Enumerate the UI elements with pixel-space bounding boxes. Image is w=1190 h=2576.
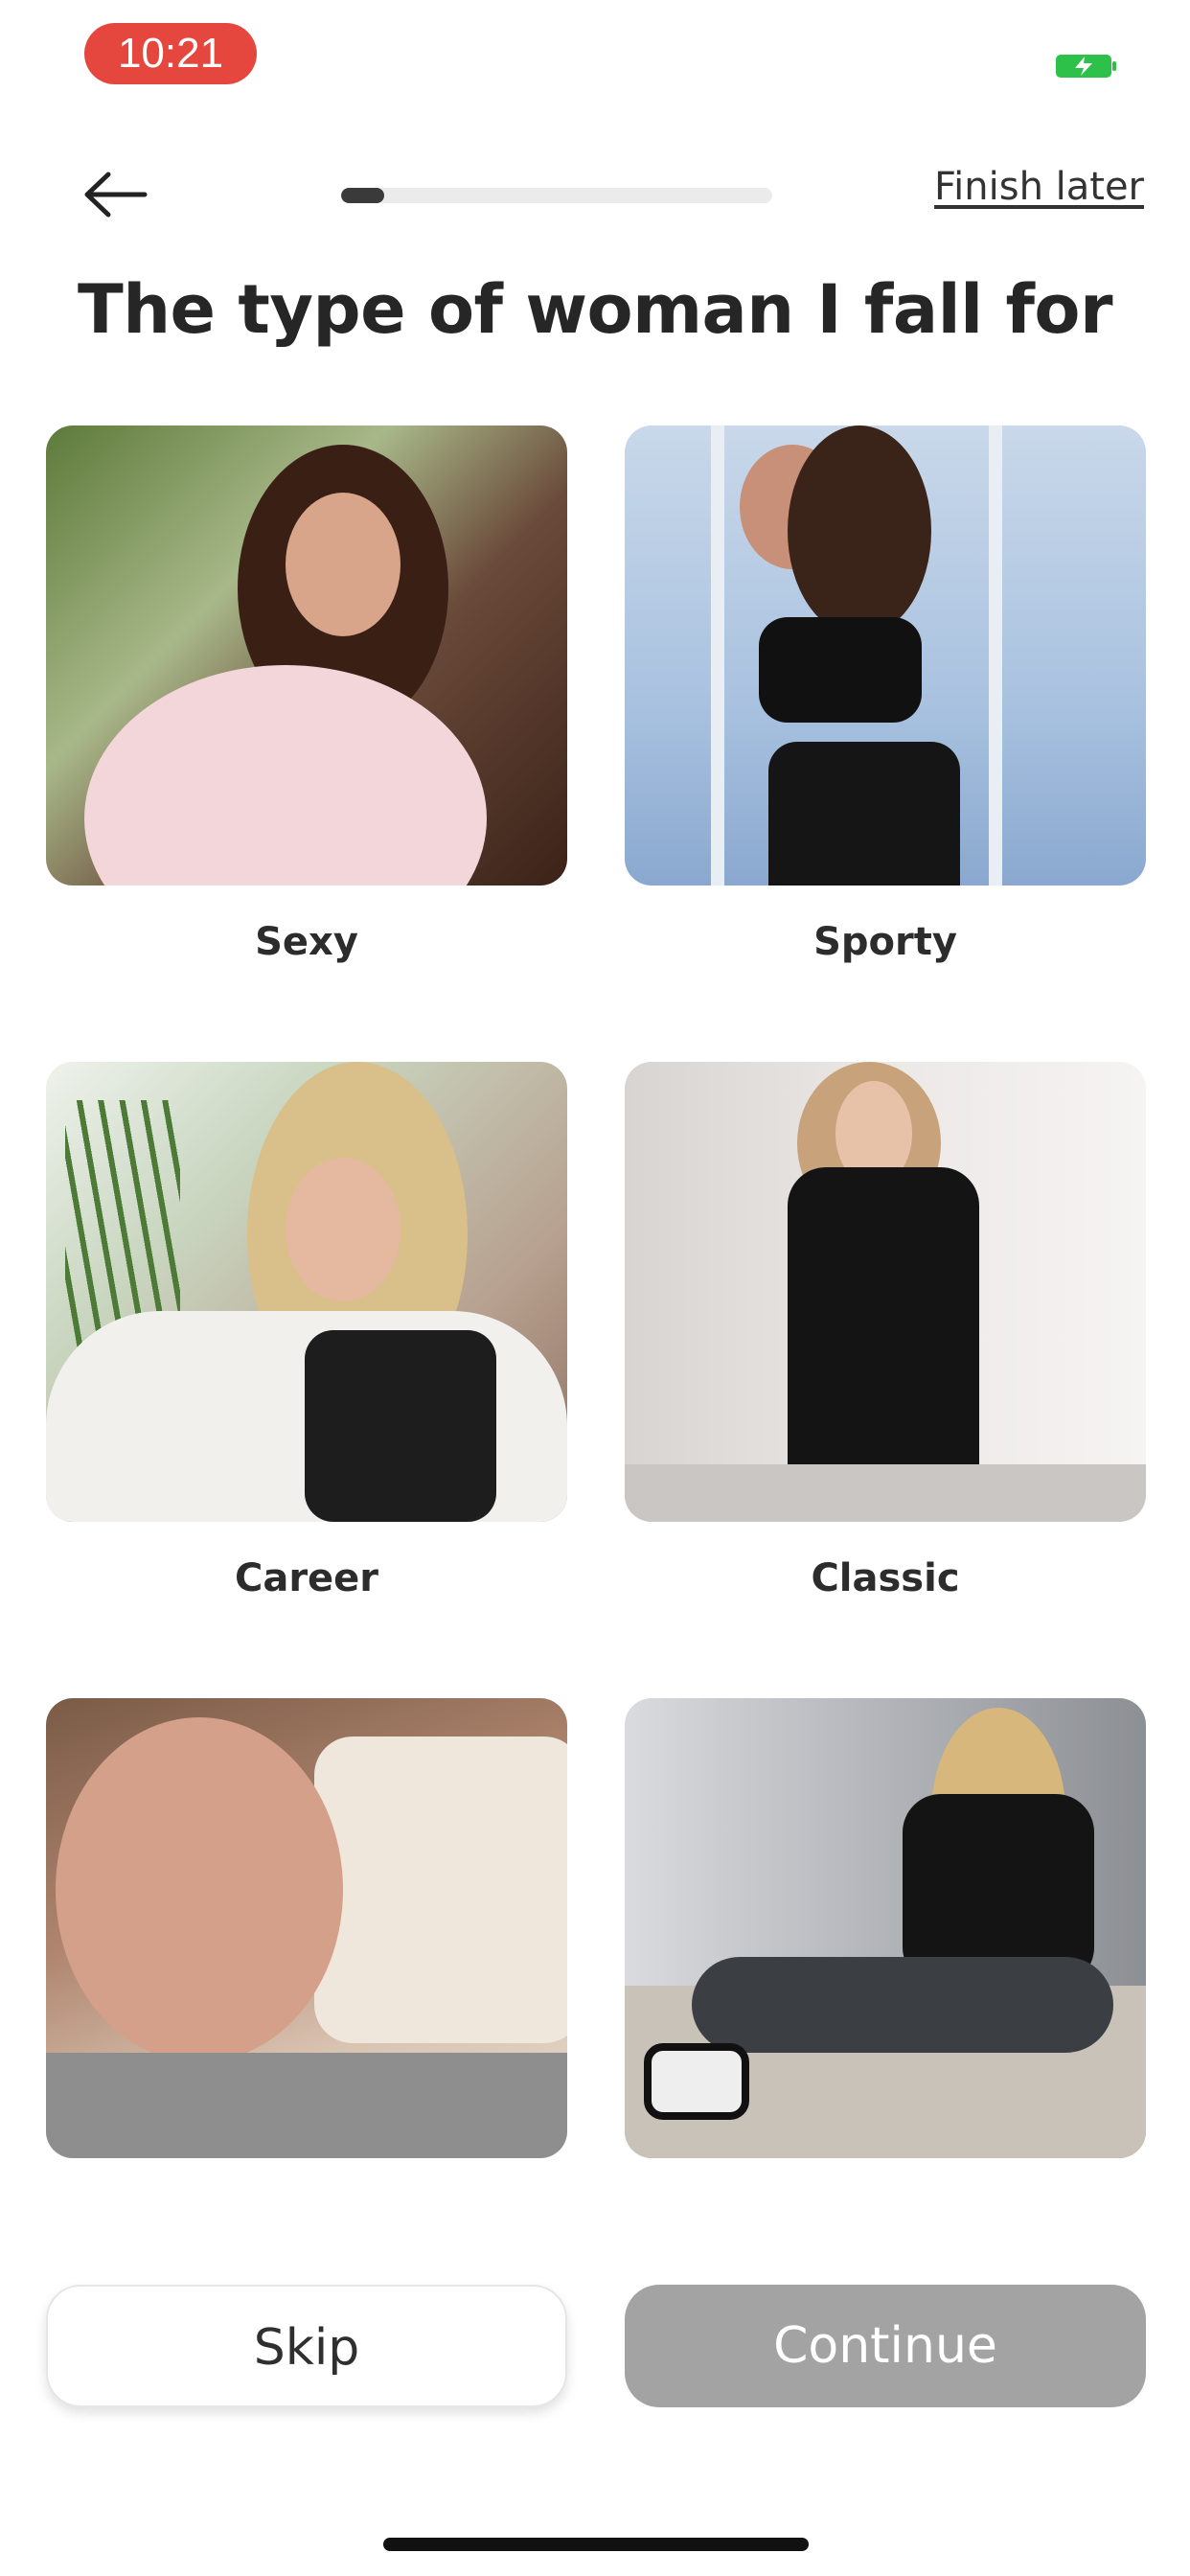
choice-label: Sexy: [255, 920, 358, 964]
choice-card-classic[interactable]: Classic: [625, 1062, 1146, 1600]
choice-card-career[interactable]: Career: [46, 1062, 567, 1600]
status-time: 10:21: [84, 23, 257, 84]
skip-button[interactable]: Skip: [46, 2285, 567, 2407]
back-button[interactable]: [77, 161, 153, 228]
continue-button[interactable]: Continue: [625, 2285, 1146, 2407]
progress-bar: [341, 188, 772, 203]
choice-card-6[interactable]: [625, 1698, 1146, 2193]
woman-glasses-blouse-photo: [46, 1062, 567, 1522]
woman-sitting-jeans-sneakers-photo: [625, 1698, 1146, 2158]
choice-label: Career: [234, 1556, 379, 1600]
progress-fill: [341, 188, 384, 203]
home-indicator[interactable]: [383, 2538, 809, 2551]
choice-card-5[interactable]: [46, 1698, 567, 2193]
woman-white-top-photo: [46, 426, 567, 886]
arrow-left-icon: [84, 172, 148, 218]
finish-later-link[interactable]: Finish later: [934, 165, 1144, 209]
choice-label: Classic: [811, 1556, 960, 1600]
choice-label: Sporty: [813, 920, 957, 964]
page-title: The type of woman I fall for: [77, 270, 1113, 349]
woman-sports-bra-photo: [625, 426, 1146, 886]
choice-card-sporty[interactable]: Sporty: [625, 426, 1146, 964]
woman-black-blazer-dress-photo: [625, 1062, 1146, 1522]
woman-pillow-selfie-photo: [46, 1698, 567, 2158]
choice-card-sexy[interactable]: Sexy: [46, 426, 567, 964]
battery-charging-icon: [1056, 55, 1116, 78]
